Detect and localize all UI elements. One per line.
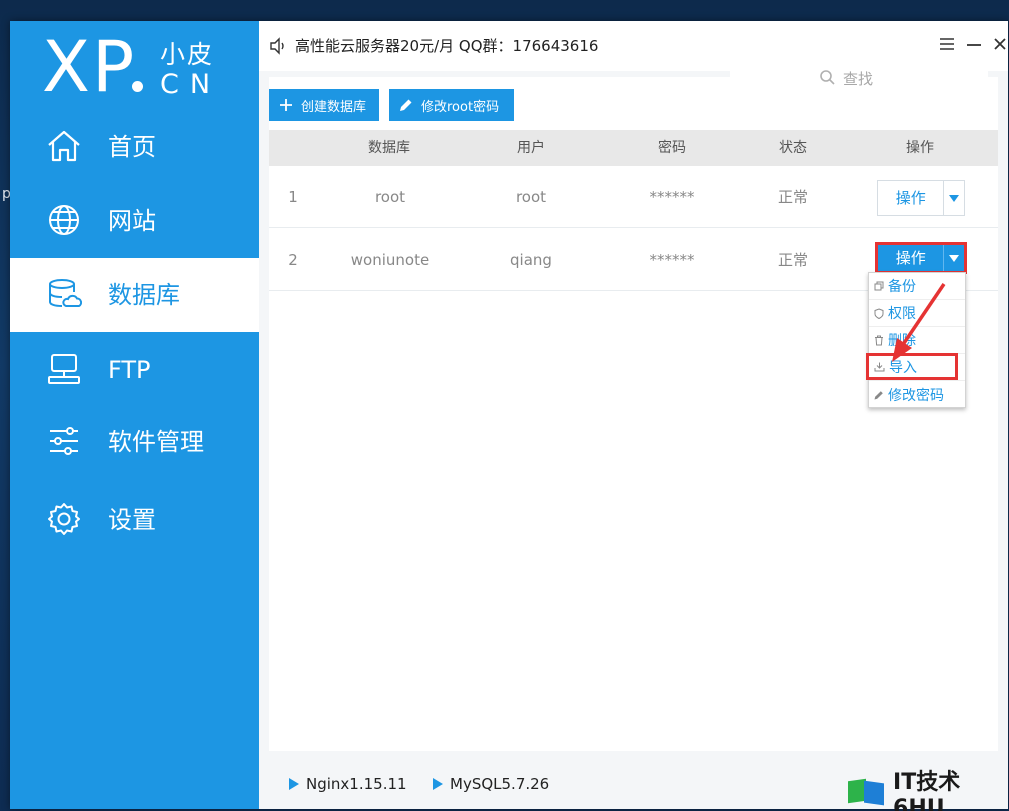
action-dropdown-button[interactable]: 操作 [877,180,965,216]
sidebar-item-label: 数据库 [108,281,180,309]
menu-icon[interactable] [938,35,956,53]
play-icon [289,778,299,790]
header-notice: 高性能云服务器20元/月 QQ群：176643616 [295,37,599,55]
sidebar-item-label: 设置 [108,506,156,534]
logo-main: XP [42,26,137,108]
plus-icon [280,99,292,111]
database-panel: 创建数据库 修改root密码 数据库 用户 密码 状态 操作 1 root ro… [269,77,998,751]
column-header-password: 密码 [658,140,686,156]
gear-icon [48,503,80,535]
cell-status: 正常 [777,251,808,269]
annotation-arrow-icon [892,283,946,362]
close-icon[interactable] [991,35,1009,53]
column-header-database: 数据库 [368,140,410,156]
create-database-label: 创建数据库 [301,99,367,115]
create-database-button[interactable]: 创建数据库 [269,89,379,121]
minimize-icon[interactable] [965,35,983,53]
speaker-icon [270,37,284,55]
sidebar-item-label: 网站 [108,207,156,235]
action-button-label: 操作 [878,181,945,215]
nginx-status[interactable]: Nginx1.15.11 [289,775,407,793]
change-root-password-label: 修改root密码 [421,99,500,115]
search-placeholder: 查找 [843,70,874,88]
watermark-text: IT技术6HU [893,769,961,811]
sidebar-item-label: 首页 [108,133,156,161]
pencil-icon [874,390,883,399]
logo-en: CN [160,69,222,100]
column-header-status: 状态 [779,140,807,156]
cell-status: 正常 [777,188,808,206]
watermark-logo [848,778,887,806]
sidebar-item-home[interactable]: 首页 [10,110,259,184]
menu-item-label: 修改密码 [888,387,944,404]
table-header: 数据库 用户 密码 状态 操作 [269,130,998,166]
database-icon [49,279,82,307]
logo-dot [132,81,143,92]
sidebar-item-label: 软件管理 [108,428,204,456]
sidebar: XP 小皮 CN 首页 网站 数据库 FTP 软件管理 设置 [10,21,259,809]
table-row: 1 root root ****** 正常 操作 [269,166,998,228]
row-number: 1 [288,188,298,206]
app-window: XP 小皮 CN 首页 网站 数据库 FTP 软件管理 设置 高性能云服务器20… [10,21,1008,809]
pencil-icon [400,99,412,111]
home-icon [48,130,80,162]
sidebar-item-software[interactable]: 软件管理 [10,405,259,479]
ftp-icon [48,354,80,384]
sidebar-item-database[interactable]: 数据库 [10,258,259,332]
cell-user: root [515,188,547,206]
action-dropdown-button-active[interactable]: 操作 [875,242,967,274]
mysql-version: MySQL5.7.26 [450,775,550,793]
sidebar-item-ftp[interactable]: FTP [10,333,259,407]
play-icon [433,778,443,790]
row-number: 2 [288,251,298,269]
action-button-label: 操作 [878,245,945,271]
menu-item-change-password[interactable]: 修改密码 [869,381,965,408]
sidebar-item-label: FTP [108,356,151,384]
search-input[interactable]: 查找 [730,62,988,92]
nginx-version: Nginx1.15.11 [306,775,407,793]
change-root-password-button[interactable]: 修改root密码 [389,89,514,121]
caret-down-icon[interactable] [944,181,964,215]
cell-password: ****** [649,251,695,269]
sliders-icon [50,427,78,455]
cell-user: qiang [510,251,552,269]
cell-database: root [374,188,406,206]
logo-zh: 小皮 [160,40,215,69]
cell-password: ****** [649,188,695,206]
cell-database: woniunote [350,251,430,269]
mysql-status[interactable]: MySQL5.7.26 [433,775,549,793]
caret-down-icon[interactable] [944,245,964,271]
sidebar-item-settings[interactable]: 设置 [10,483,259,557]
search-icon [820,70,835,85]
sidebar-item-website[interactable]: 网站 [10,184,259,258]
watermark: IT技术6HU [848,770,1009,811]
globe-icon [49,205,79,235]
column-header-action: 操作 [906,140,934,156]
main-content: 创建数据库 修改root密码 数据库 用户 密码 状态 操作 1 root ro… [259,71,1008,751]
column-header-user: 用户 [517,140,545,156]
